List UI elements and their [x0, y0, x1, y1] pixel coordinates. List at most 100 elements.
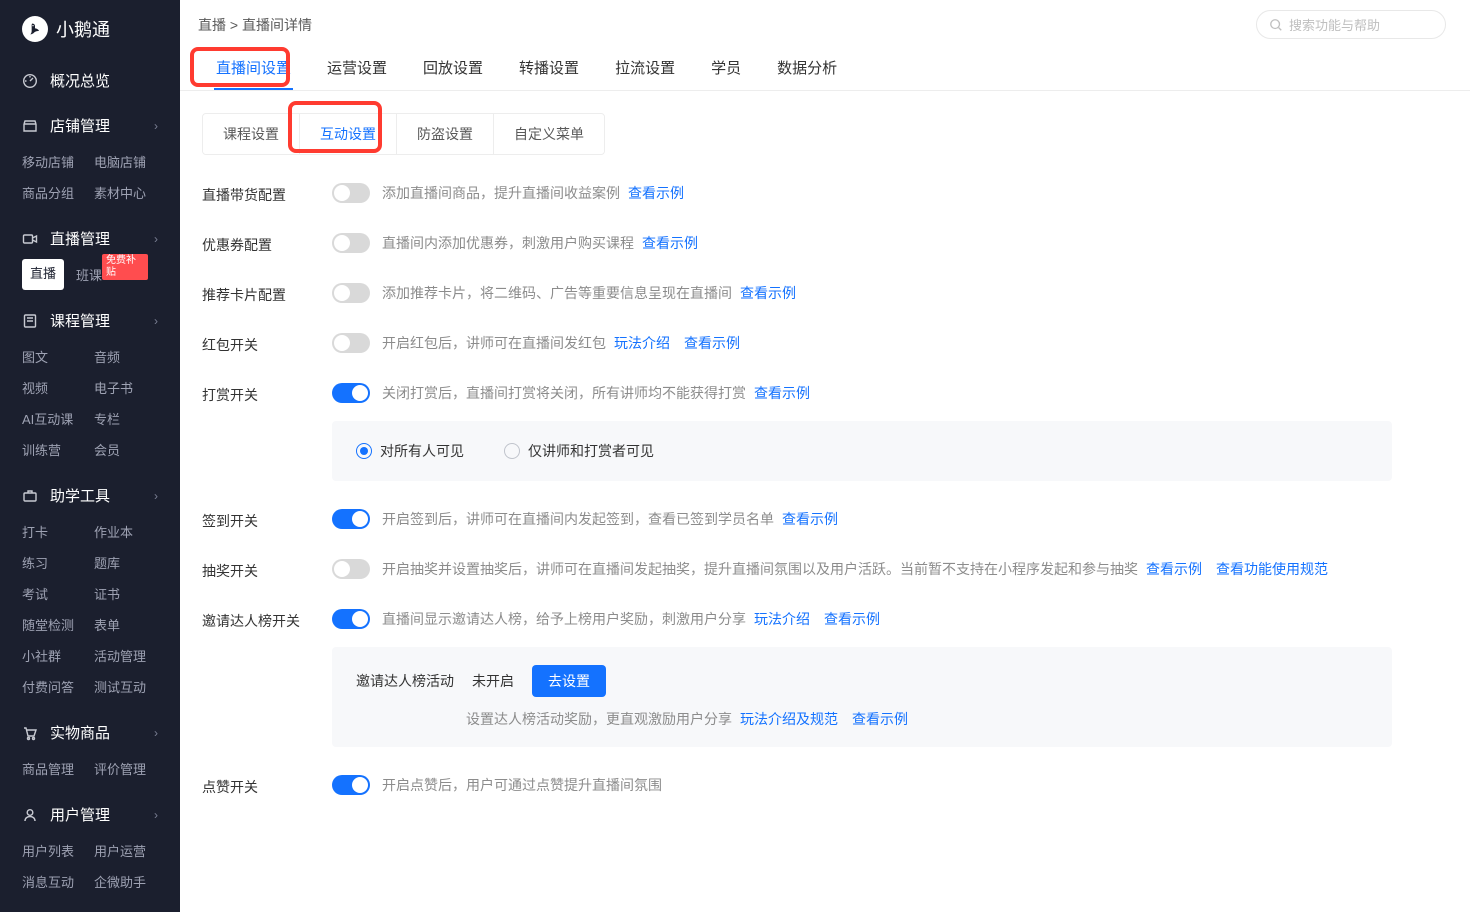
link-reward-example[interactable]: 查看示例 — [754, 383, 810, 403]
store-icon — [22, 118, 40, 134]
primary-tabs: 直播间设置 运营设置 回放设置 转播设置 拉流设置 学员 数据分析 — [180, 45, 1470, 91]
row-coupon: 优惠券配置 直播间内添加优惠券，刺激用户购买课程 查看示例 — [202, 233, 1448, 255]
sidebar-tool-7[interactable]: 表单 — [94, 609, 166, 640]
sidebar-course-camp[interactable]: 训练营 — [22, 434, 94, 465]
toggle-coupon[interactable] — [332, 233, 370, 253]
link-invite-intro[interactable]: 玩法介绍 — [754, 609, 810, 629]
link-lottery-example[interactable]: 查看示例 — [1146, 559, 1202, 579]
sidebar-course-ai[interactable]: AI互动课 — [22, 403, 94, 434]
tab2-course[interactable]: 课程设置 — [203, 114, 300, 154]
tab2-interaction[interactable]: 互动设置 — [300, 114, 397, 154]
toggle-reward[interactable] — [332, 383, 370, 403]
sidebar-store-material[interactable]: 素材中心 — [94, 177, 166, 208]
toggle-lottery[interactable] — [332, 559, 370, 579]
link-goods-example[interactable]: 查看示例 — [628, 183, 684, 203]
tab-playback[interactable]: 回放设置 — [405, 45, 501, 90]
radio-visible-all[interactable]: 对所有人可见 — [356, 441, 464, 461]
sidebar-goods-0[interactable]: 商品管理 — [22, 753, 94, 784]
sidebar-tool-6[interactable]: 随堂检测 — [22, 609, 94, 640]
sidebar-tool-9[interactable]: 活动管理 — [94, 640, 166, 671]
sidebar-store[interactable]: 店铺管理 › — [0, 105, 180, 146]
sidebar-tool-10[interactable]: 付费问答 — [22, 671, 94, 702]
link-lottery-spec[interactable]: 查看功能使用规范 — [1216, 559, 1328, 579]
tab-students[interactable]: 学员 — [693, 45, 759, 90]
sidebar-user-0[interactable]: 用户列表 — [22, 835, 94, 866]
sidebar-user-2[interactable]: 消息互动 — [22, 866, 94, 897]
tab-analytics[interactable]: 数据分析 — [759, 45, 855, 90]
sidebar-tool-4[interactable]: 考试 — [22, 578, 94, 609]
sidebar-tool-8[interactable]: 小社群 — [22, 640, 94, 671]
sidebar-course-column[interactable]: 专栏 — [94, 403, 166, 434]
sidebar-tool-2[interactable]: 练习 — [22, 547, 94, 578]
tab2-menu[interactable]: 自定义菜单 — [494, 114, 604, 154]
link-redpack-example[interactable]: 查看示例 — [684, 333, 740, 353]
main: 直播 > 直播间详情 搜索功能与帮助 直播间设置 运营设置 回放设置 转播设置 … — [180, 0, 1470, 912]
toggle-invite[interactable] — [332, 609, 370, 629]
dashboard-icon — [22, 73, 40, 89]
sidebar-user[interactable]: 用户管理 › — [0, 794, 180, 835]
cart-icon — [22, 725, 40, 741]
tab-rebroadcast[interactable]: 转播设置 — [501, 45, 597, 90]
chevron-right-icon: › — [154, 808, 158, 822]
sidebar-live-class[interactable]: 免费补贴 班课 — [76, 259, 148, 290]
sidebar-tool-3[interactable]: 题库 — [94, 547, 166, 578]
chevron-right-icon: › — [154, 314, 158, 328]
link-invite-spec[interactable]: 玩法介绍及规范 — [740, 709, 838, 729]
link-checkin-example[interactable]: 查看示例 — [782, 509, 838, 529]
settings-panel: 直播带货配置 添加直播间商品，提升直播间收益案例 查看示例 优惠券配置 直播间内… — [180, 155, 1470, 837]
link-card-example[interactable]: 查看示例 — [740, 283, 796, 303]
tab-room-settings[interactable]: 直播间设置 — [198, 45, 309, 90]
sidebar-user-1[interactable]: 用户运营 — [94, 835, 166, 866]
tab-pull[interactable]: 拉流设置 — [597, 45, 693, 90]
chevron-right-icon: › — [154, 489, 158, 503]
sidebar-course-audio[interactable]: 音频 — [94, 341, 166, 372]
radio-visible-teacher[interactable]: 仅讲师和打赏者可见 — [504, 441, 654, 461]
sidebar-tool-5[interactable]: 证书 — [94, 578, 166, 609]
chevron-right-icon: › — [154, 726, 158, 740]
go-setup-button[interactable]: 去设置 — [532, 665, 606, 697]
topbar: 直播 > 直播间详情 搜索功能与帮助 — [180, 0, 1470, 45]
user-icon — [22, 807, 40, 823]
invite-activity-box: 邀请达人榜活动 未开启 去设置 设置达人榜活动奖励，更直观激励用户分享 玩法介绍… — [332, 647, 1392, 747]
brand-logo[interactable]: 小鹅通 — [0, 0, 180, 60]
sidebar-goods-1[interactable]: 评价管理 — [94, 753, 166, 784]
badge-free: 免费补贴 — [102, 254, 148, 280]
sidebar-store-pc[interactable]: 电脑店铺 — [94, 146, 166, 177]
tab-operation[interactable]: 运营设置 — [309, 45, 405, 90]
sidebar-course[interactable]: 课程管理 › — [0, 300, 180, 341]
link-redpack-intro[interactable]: 玩法介绍 — [614, 333, 670, 353]
sidebar-course-member[interactable]: 会员 — [94, 434, 166, 465]
sidebar-store-mobile[interactable]: 移动店铺 — [22, 146, 94, 177]
toggle-goods[interactable] — [332, 183, 370, 203]
link-invite-example2[interactable]: 查看示例 — [852, 709, 908, 729]
link-invite-example[interactable]: 查看示例 — [824, 609, 880, 629]
sidebar-overview[interactable]: 概况总览 — [0, 60, 180, 101]
sidebar-course-ebook[interactable]: 电子书 — [94, 372, 166, 403]
toggle-card[interactable] — [332, 283, 370, 303]
link-coupon-example[interactable]: 查看示例 — [642, 233, 698, 253]
sidebar-live-live[interactable]: 直播 — [22, 259, 64, 290]
sidebar: 小鹅通 概况总览 店铺管理 › 移动店铺 电脑店铺 商品分组 素材中心 — [0, 0, 180, 912]
toggle-redpack[interactable] — [332, 333, 370, 353]
sidebar-store-group[interactable]: 商品分组 — [22, 177, 94, 208]
toggle-checkin[interactable] — [332, 509, 370, 529]
sidebar-tool[interactable]: 助学工具 › — [0, 475, 180, 516]
sidebar-tool-1[interactable]: 作业本 — [94, 516, 166, 547]
row-goods: 直播带货配置 添加直播间商品，提升直播间收益案例 查看示例 — [202, 183, 1448, 205]
row-reward: 打赏开关 关闭打赏后，直播间打赏将关闭，所有讲师均不能获得打赏 查看示例 对所有… — [202, 383, 1448, 481]
search-input[interactable]: 搜索功能与帮助 — [1256, 10, 1446, 39]
sidebar-goods[interactable]: 实物商品 › — [0, 712, 180, 753]
secondary-tabs-row: 课程设置 互动设置 防盗设置 自定义菜单 — [180, 91, 1470, 155]
sidebar-course-text[interactable]: 图文 — [22, 341, 94, 372]
radio-icon — [504, 443, 520, 459]
sidebar-course-video[interactable]: 视频 — [22, 372, 94, 403]
sidebar-user-3[interactable]: 企微助手 — [94, 866, 166, 897]
toggle-like[interactable] — [332, 775, 370, 795]
radio-icon — [356, 443, 372, 459]
brand-text: 小鹅通 — [56, 16, 110, 42]
sidebar-tool-0[interactable]: 打卡 — [22, 516, 94, 547]
tab2-antitheft[interactable]: 防盗设置 — [397, 114, 494, 154]
sidebar-tool-11[interactable]: 测试互动 — [94, 671, 166, 702]
sidebar-live[interactable]: 直播管理 › — [0, 218, 180, 259]
breadcrumb-a[interactable]: 直播 — [198, 17, 226, 33]
